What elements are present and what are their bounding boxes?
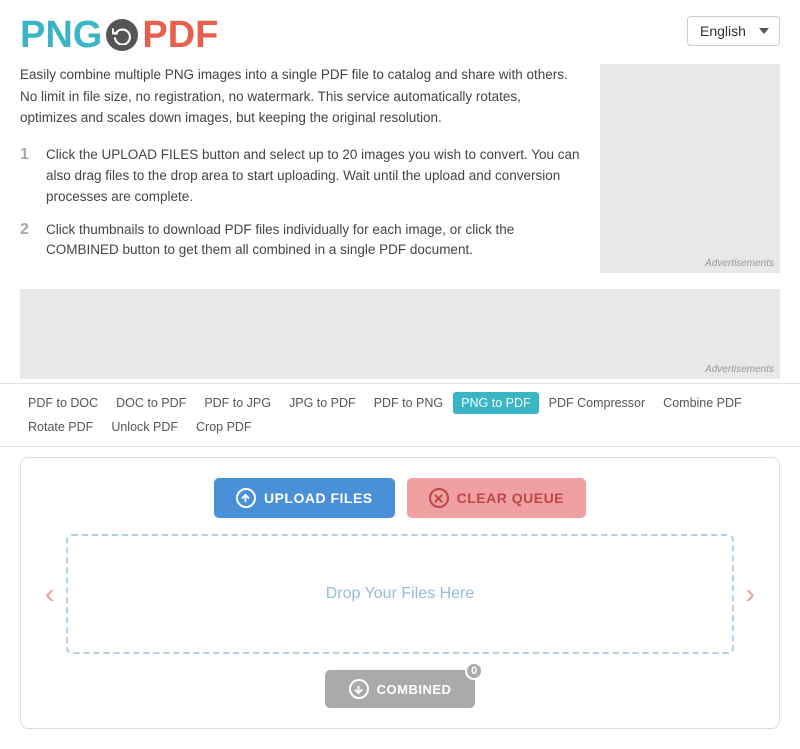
tool-area: UPLOAD FILES CLEAR QUEUE ‹ Drop Your Fil… <box>20 457 780 729</box>
clear-label: CLEAR QUEUE <box>457 490 564 506</box>
tab-pdf-to-jpg[interactable]: PDF to JPG <box>196 392 279 414</box>
tab-unlock-pdf[interactable]: Unlock PDF <box>103 416 186 438</box>
left-content: Easily combine multiple PNG images into … <box>20 64 580 273</box>
step-2: 2 Click thumbnails to download PDF files… <box>20 220 580 262</box>
ad-banner: Advertisements <box>20 289 780 379</box>
logo-pdf: PDF <box>142 16 218 54</box>
ad-label-right: Advertisements <box>705 258 774 269</box>
upload-label: UPLOAD FILES <box>264 490 373 506</box>
clear-icon <box>429 488 449 508</box>
logo-png: PNG <box>20 16 102 54</box>
ad-box-right: Advertisements <box>600 64 780 273</box>
step-1-number: 1 <box>20 146 36 164</box>
combined-label: COMBINED <box>377 682 452 697</box>
ad-label-banner: Advertisements <box>705 364 774 375</box>
header: PNG PDF English French German Spanish <box>0 0 800 64</box>
tab-jpg-to-pdf[interactable]: JPG to PDF <box>281 392 364 414</box>
tab-png-to-pdf[interactable]: PNG to PDF <box>453 392 538 414</box>
step-2-number: 2 <box>20 221 36 239</box>
step-1: 1 Click the UPLOAD FILES button and sele… <box>20 145 580 208</box>
tab-pdf-to-doc[interactable]: PDF to DOC <box>20 392 106 414</box>
logo-icon <box>106 19 138 51</box>
tool-buttons: UPLOAD FILES CLEAR QUEUE <box>41 478 759 518</box>
steps-list: 1 Click the UPLOAD FILES button and sele… <box>20 145 580 262</box>
tab-doc-to-pdf[interactable]: DOC to PDF <box>108 392 194 414</box>
drop-zone[interactable]: Drop Your Files Here <box>66 534 733 654</box>
download-icon <box>349 679 369 699</box>
combined-badge: 0 <box>465 662 483 680</box>
prev-arrow-button[interactable]: ‹ <box>41 578 58 610</box>
upload-button[interactable]: UPLOAD FILES <box>214 478 395 518</box>
nav-tabs: PDF to DOC DOC to PDF PDF to JPG JPG to … <box>0 383 800 447</box>
clear-button[interactable]: CLEAR QUEUE <box>407 478 586 518</box>
step-1-text: Click the UPLOAD FILES button and select… <box>46 145 580 208</box>
step-2-text: Click thumbnails to download PDF files i… <box>46 220 580 262</box>
logo: PNG PDF <box>20 16 218 54</box>
tab-pdf-to-png[interactable]: PDF to PNG <box>366 392 451 414</box>
drop-zone-wrapper: ‹ Drop Your Files Here › <box>41 534 759 654</box>
drop-text: Drop Your Files Here <box>326 585 475 603</box>
content-area: Easily combine multiple PNG images into … <box>0 64 800 273</box>
upload-icon <box>236 488 256 508</box>
tab-pdf-compressor[interactable]: PDF Compressor <box>541 392 654 414</box>
tab-rotate-pdf[interactable]: Rotate PDF <box>20 416 101 438</box>
next-arrow-button[interactable]: › <box>742 578 759 610</box>
combined-button[interactable]: COMBINED 0 <box>325 670 476 708</box>
tab-combine-pdf[interactable]: Combine PDF <box>655 392 750 414</box>
tab-crop-pdf[interactable]: Crop PDF <box>188 416 260 438</box>
combined-area: COMBINED 0 <box>41 670 759 708</box>
language-select[interactable]: English French German Spanish <box>687 16 780 46</box>
description-text: Easily combine multiple PNG images into … <box>20 64 580 129</box>
